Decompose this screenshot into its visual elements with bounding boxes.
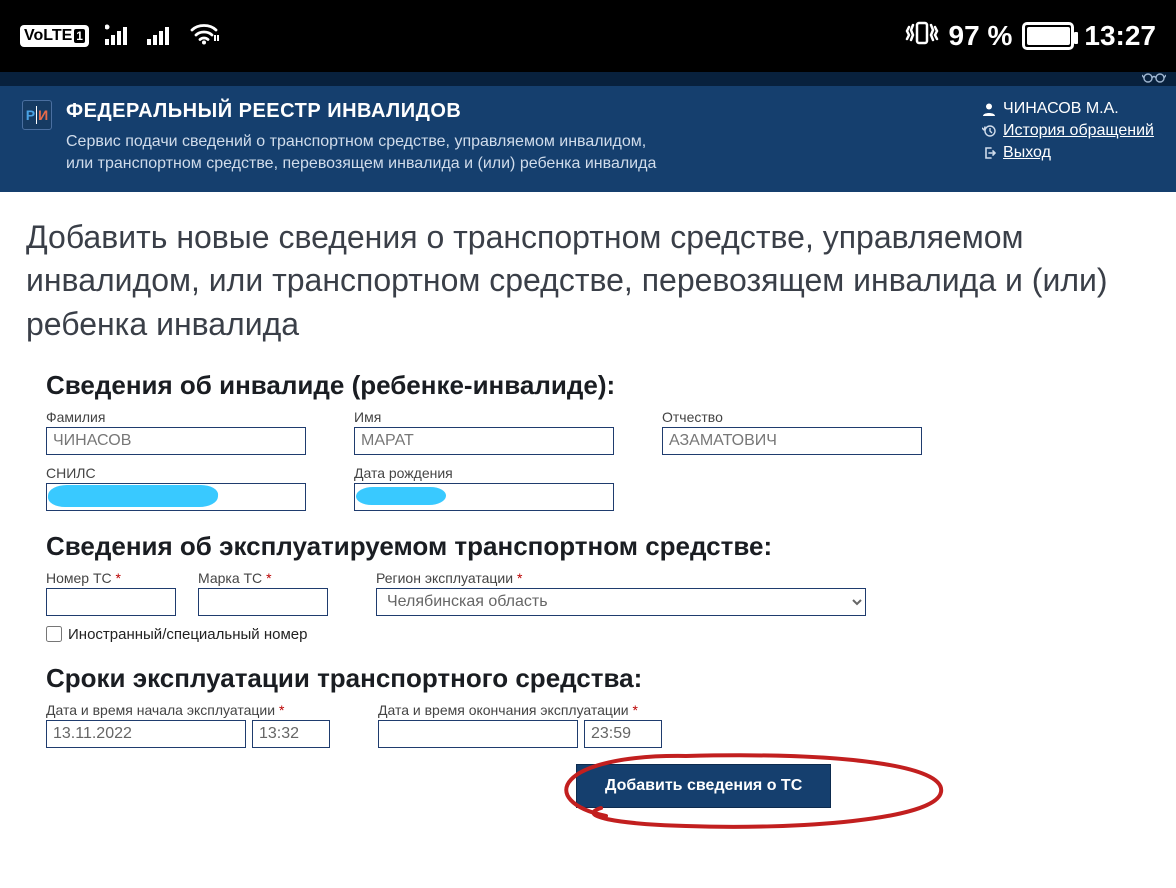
- accent-strip: [0, 72, 1176, 86]
- user-name: ЧИНАСОВ М.А.: [1003, 100, 1119, 118]
- logout-icon: [981, 146, 997, 160]
- accessibility-glasses-icon[interactable]: [1142, 70, 1166, 87]
- header-title: ФЕДЕРАЛЬНЫЙ РЕЕСТР ИНВАЛИДОВ: [66, 100, 967, 123]
- start-time-input[interactable]: [252, 720, 330, 748]
- patronymic-input[interactable]: [662, 427, 922, 455]
- history-icon: [981, 124, 997, 138]
- lastname-label: Фамилия: [46, 409, 306, 425]
- lastname-input[interactable]: [46, 427, 306, 455]
- wifi-icon: [189, 20, 219, 52]
- page-title: Добавить новые сведения о транспортном с…: [26, 216, 1150, 346]
- section-dates-heading: Сроки эксплуатации транспортного средств…: [46, 663, 1150, 694]
- redaction-mark: [355, 487, 446, 505]
- region-label: Регион эксплуатации *: [376, 570, 866, 586]
- section-person-heading: Сведения об инвалиде (ребенке-инвалиде):: [46, 370, 1150, 401]
- header-subtitle: Сервис подачи сведений о транспортном ср…: [66, 131, 967, 174]
- user-icon: [981, 102, 997, 116]
- foreign-number-checkbox[interactable]: [46, 626, 62, 642]
- volte-text: VoLTE: [24, 27, 72, 45]
- battery-percent: 97 %: [949, 20, 1013, 52]
- start-date-input[interactable]: [46, 720, 246, 748]
- sim-number: 1: [74, 29, 85, 43]
- vehicle-brand-input[interactable]: [198, 588, 328, 616]
- app-header: РИ ФЕДЕРАЛЬНЫЙ РЕЕСТР ИНВАЛИДОВ Сервис п…: [0, 86, 1176, 192]
- add-vehicle-button[interactable]: Добавить сведения о ТС: [576, 764, 831, 808]
- site-logo[interactable]: РИ: [22, 100, 52, 130]
- foreign-number-label: Иностранный/специальный номер: [68, 626, 307, 643]
- region-select[interactable]: Челябинская область: [376, 588, 866, 616]
- vehicle-number-input[interactable]: [46, 588, 176, 616]
- signal-bars-icon: [105, 20, 131, 52]
- main-content: Добавить новые сведения о транспортном с…: [0, 192, 1176, 832]
- phone-status-bar: VoLTE 1 97 % 13:27: [0, 0, 1176, 72]
- end-time-input[interactable]: [584, 720, 662, 748]
- header-user-block: ЧИНАСОВ М.А. История обращений Выход: [981, 100, 1154, 162]
- signal-bars-icon-2: [147, 20, 173, 52]
- start-date-label: Дата и время начала эксплуатации *: [46, 702, 330, 718]
- logout-link[interactable]: Выход: [1003, 144, 1051, 162]
- end-date-input[interactable]: [378, 720, 578, 748]
- clock-time: 13:27: [1084, 20, 1156, 52]
- battery-icon: [1022, 22, 1074, 50]
- firstname-label: Имя: [354, 409, 614, 425]
- patronymic-label: Отчество: [662, 409, 922, 425]
- firstname-input[interactable]: [354, 427, 614, 455]
- volte-badge: VoLTE 1: [20, 25, 89, 47]
- redaction-mark: [47, 485, 219, 507]
- vehicle-number-label: Номер ТС *: [46, 570, 176, 586]
- snils-label: СНИЛС: [46, 465, 306, 481]
- section-vehicle-heading: Сведения об эксплуатируемом транспортном…: [46, 531, 1150, 562]
- dob-label: Дата рождения: [354, 465, 614, 481]
- end-date-label: Дата и время окончания эксплуатации *: [378, 702, 662, 718]
- history-link[interactable]: История обращений: [1003, 122, 1154, 140]
- vibrate-icon: [905, 19, 939, 53]
- vehicle-brand-label: Марка ТС *: [198, 570, 328, 586]
